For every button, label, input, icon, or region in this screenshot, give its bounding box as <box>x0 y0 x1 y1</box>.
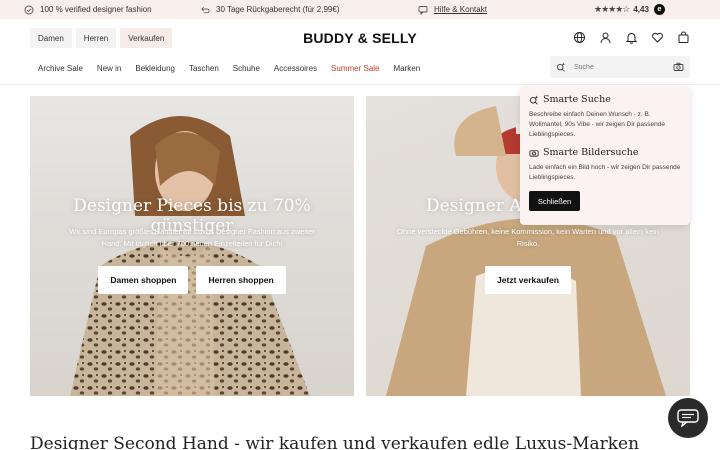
promo-bar: 100 % verified designer fashion 30 Tage … <box>0 0 720 19</box>
nav-divider <box>0 84 720 85</box>
heart-icon[interactable] <box>651 31 664 44</box>
trusted-shops-logo: e <box>653 4 665 15</box>
section-heading: Designer Second Hand - wir kaufen und ve… <box>30 434 640 450</box>
shop-men-button[interactable]: Herren shoppen <box>196 266 286 294</box>
chat-button[interactable] <box>668 398 708 438</box>
help-contact-link[interactable]: Hilfe & Kontakt <box>434 5 487 14</box>
rating-stars: ★★★★☆ <box>594 4 630 14</box>
smart-search-popup: Smarte Suche Beschreibe einfach Deinen W… <box>520 86 690 225</box>
popup-text-image-search: Lade einfach ein Bild hoch - wir zeigen … <box>529 164 681 181</box>
sparkle-search-icon <box>529 95 539 105</box>
chat-bubble-icon <box>677 409 699 427</box>
rating-value: 4,43 <box>633 5 649 14</box>
hero-women-subtitle: Wir sind Europas größter Händler für Lux… <box>69 227 315 248</box>
nav-summer-sale[interactable]: Summer Sale <box>331 64 379 73</box>
return-arrow-icon <box>200 5 210 15</box>
main-nav: Archive Sale New in Bekleidung Taschen S… <box>38 64 434 73</box>
hero-sell-subtitle: Ohne versteckte Gebühren, keine Kommissi… <box>397 227 659 248</box>
hero-women: Designer Pieces bis zu 70% günstiger Wir… <box>30 96 354 396</box>
rating-widget[interactable]: ★★★★☆ 4,43 e <box>594 0 665 19</box>
popup-title-smart-search: Smarte Suche <box>543 94 611 105</box>
popup-title-image-search: Smarte Bildersuche <box>543 147 639 158</box>
nav-new-in[interactable]: New in <box>97 64 121 73</box>
bag-icon[interactable] <box>677 31 690 44</box>
nav-schuhe[interactable]: Schuhe <box>233 64 260 73</box>
nav-taschen[interactable]: Taschen <box>189 64 219 73</box>
returns-text: 30 Tage Rückgaberecht (für 2,99€) <box>216 5 340 14</box>
nav-marken[interactable]: Marken <box>394 64 421 73</box>
nav-bekleidung[interactable]: Bekleidung <box>135 64 175 73</box>
search-input[interactable] <box>574 63 664 71</box>
help-link-wrap[interactable]: Hilfe & Kontakt <box>418 0 487 19</box>
shop-women-button[interactable]: Damen shoppen <box>98 266 189 294</box>
sparkle-search-icon <box>556 62 566 72</box>
hero-sell-buttons: Jetzt verkaufen <box>366 266 690 294</box>
bell-icon[interactable] <box>625 31 638 44</box>
search-bar[interactable] <box>550 56 690 78</box>
popup-image-search-heading: Smarte Bildersuche <box>529 147 681 158</box>
camera-icon[interactable] <box>673 62 684 72</box>
nav-accessoires[interactable]: Accessoires <box>274 64 317 73</box>
verified-badge-icon <box>24 5 34 15</box>
chat-bubble-icon <box>418 5 428 15</box>
close-popup-button[interactable]: Schließen <box>529 191 580 211</box>
verified-info: 100 % verified designer fashion <box>24 0 152 19</box>
user-icon[interactable] <box>599 31 612 44</box>
popup-smart-search-heading: Smarte Suche <box>529 94 681 105</box>
popup-text-smart-search: Beschreibe einfach Deinen Wunsch - z. B.… <box>529 111 665 138</box>
returns-info: 30 Tage Rückgaberecht (für 2,99€) <box>200 0 339 19</box>
globe-icon[interactable] <box>573 31 586 44</box>
hero-women-buttons: Damen shoppen Herren shoppen <box>30 266 354 294</box>
sell-now-button[interactable]: Jetzt verkaufen <box>485 266 571 294</box>
nav-archive-sale[interactable]: Archive Sale <box>38 64 83 73</box>
verified-text: 100 % verified designer fashion <box>40 5 152 14</box>
header-icons <box>573 31 690 44</box>
camera-icon <box>529 148 539 158</box>
